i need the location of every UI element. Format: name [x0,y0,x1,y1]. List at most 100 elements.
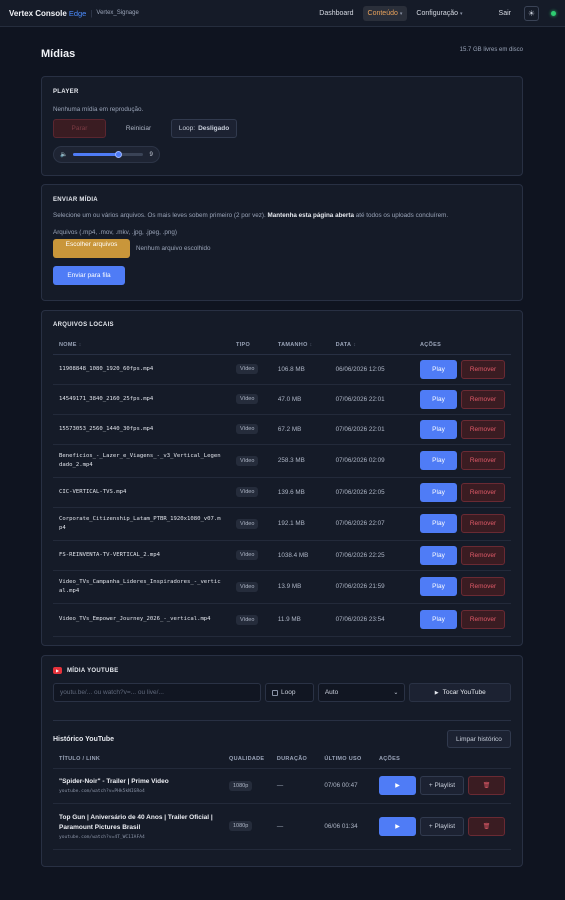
play-youtube-button[interactable]: ▶ Tocar YouTube [409,683,511,702]
remove-file-button[interactable]: Remover [461,545,505,565]
yt-last-used: 06/06 01:34 [318,802,373,850]
youtube-card: ▶ MÍDIA YOUTUBE youtu.be/... ou watch?v=… [41,655,523,867]
nav-configuracao[interactable]: Configuração ▾ [411,6,467,21]
file-date: 07/06/2026 22:05 [329,477,414,508]
nav-sair[interactable]: Sair [494,6,516,21]
upload-desc-2: até todos os uploads concluírem. [355,212,449,219]
play-file-button[interactable]: Play [420,419,457,439]
yt-delete-button[interactable]: 🗑 [468,816,505,836]
play-file-button[interactable]: Play [420,545,457,565]
yt-delete-button[interactable]: 🗑 [468,776,505,795]
file-name: Corporate_Citizenship_Latam_PTBR_1920x10… [59,515,221,531]
chevron-down-icon: ⌄ [393,690,399,696]
theme-toggle-button[interactable]: ☀ [524,5,539,21]
restart-button[interactable]: Reiniciar [112,119,165,138]
remove-file-button[interactable]: Remover [461,577,505,596]
file-type-badge: Vídeo [236,518,259,529]
clear-history-button[interactable]: Limpar histórico [447,730,511,748]
play-youtube-label: Tocar YouTube [442,689,486,696]
loop-prefix: Loop: [178,125,196,132]
col-tamanho[interactable]: TAMANHO ↕ [271,336,330,355]
play-file-button[interactable]: Play [420,482,457,502]
speaker-icon: 🔈 [60,152,68,158]
file-name-cell: 15573053_2560_1440_30fps.mp4 [53,414,230,445]
file-actions-cell: Play Remover [414,354,511,385]
table-row: FS-REINVENTA-TV-VERTICAL_2.mp4 Vídeo 1038.… [53,540,511,571]
youtube-url-input[interactable]: youtu.be/... ou watch?v=... ou live/... [53,683,261,702]
yt-add-playlist-button[interactable]: + Playlist [420,816,464,836]
file-date: 07/06/2026 22:25 [329,540,414,571]
yt-play-button[interactable]: ▶ [379,776,416,795]
table-row: "Spider-Noir" - Trailer | Prime Video you… [53,767,511,804]
file-type-cell: Vídeo [230,444,272,478]
file-type-cell: Vídeo [230,540,272,571]
youtube-history-title: Histórico YouTube [53,735,115,743]
file-type-badge: Vídeo [236,394,259,404]
file-actions-cell: Play Remover [414,540,511,571]
col-nome-label: NOME [59,341,77,348]
file-name-cell: CIC-VERTICAL-TVS.mp4 [53,477,230,508]
file-type-badge: Vídeo [236,487,259,497]
play-icon: ▶ [434,689,439,696]
youtube-history-table: TÍTULO / LINK QUALIDADE DURAÇÃO ÚLTIMO U… [53,750,511,850]
remove-file-button[interactable]: Remover [461,419,505,439]
loop-toggle-button[interactable]: Loop: Desligado [171,119,237,138]
file-type-cell: Vídeo [230,603,272,637]
play-file-button[interactable]: Play [420,389,457,409]
file-name-cell: Corporate_Citizenship_Latam_PTBR_1920x10… [53,507,230,541]
youtube-icon: ▶ [53,667,62,674]
table-row: Beneficios_-_Lazer_e_Viagens_-_v3_Vertic… [53,444,511,478]
stop-button[interactable]: Parar [53,119,106,138]
player-status: Nenhuma mídia em reprodução. [53,106,144,113]
play-icon: ▶ [395,823,400,830]
nav-conteudo[interactable]: Conteúdo ▾ [362,5,408,21]
youtube-quality-select[interactable]: Auto ⌄ [317,683,406,702]
file-date: 07/06/2026 23:54 [329,603,414,637]
play-file-button[interactable]: Play [420,451,457,470]
file-size: 13.9 MB [271,570,330,604]
volume-knob[interactable] [114,151,122,158]
nav-dashboard[interactable]: Dashboard [314,6,358,21]
brand-edge: Edge [68,8,87,18]
yt-play-button[interactable]: ▶ [379,816,416,836]
table-row: Video_TVs_Campanha_Lideres_Inspiradores_… [53,570,511,604]
file-date: 06/06/2026 12:05 [329,354,414,385]
file-actions-cell: Play Remover [414,384,511,415]
youtube-loop-checkbox[interactable]: Loop [265,683,314,702]
file-size: 258.3 MB [271,444,330,478]
remove-file-button[interactable]: Remover [461,482,505,502]
play-file-button[interactable]: Play [420,577,457,596]
yt-video-url[interactable]: youtube.com/watch?v=PHk5kNIGRo4 [59,789,217,794]
remove-file-button[interactable]: Remover [461,610,505,629]
upload-desc-bold: Mantenha esta página aberta [267,212,354,219]
play-file-button[interactable]: Play [420,359,457,379]
choose-files-button[interactable]: Escolher arquivos [53,239,130,258]
youtube-title: MÍDIA YOUTUBE [67,667,119,674]
sort-icon: ↕ [309,341,313,348]
yt-video-url[interactable]: youtube.com/watch?v=4T_WC1IAFA4 [59,835,217,840]
remove-file-button[interactable]: Remover [461,359,505,379]
upload-desc-1: Selecione um ou vários arquivos. Os mais… [53,212,266,219]
no-file-label: Nenhum arquivo escolhido [136,245,211,252]
col-nome[interactable]: NOME ↕ [53,336,230,355]
play-file-button[interactable]: Play [420,610,457,629]
volume-slider[interactable] [73,151,144,158]
brand-name[interactable]: Vertex Console [9,9,67,18]
yt-add-playlist-button[interactable]: + Playlist [420,776,464,795]
nav-configuracao-label: Configuração [416,9,459,17]
chevron-down-icon: ▾ [460,10,463,17]
col-data[interactable]: DATA ↕ [329,336,414,355]
remove-file-button[interactable]: Remover [461,451,505,470]
send-to-queue-button[interactable]: Enviar para fila [53,266,125,285]
table-row: 11908848_1080_1920_60fps.mp4 Vídeo 106.8 M… [53,354,511,385]
remove-file-button[interactable]: Remover [461,514,505,533]
file-type-badge: Vídeo [236,364,259,374]
table-row: Top Gun | Aniversário de 40 Anos | Trail… [53,802,511,850]
file-name-cell: FS-REINVENTA-TV-VERTICAL_2.mp4 [53,540,230,571]
file-actions-cell: Play Remover [414,603,511,637]
file-type-cell: Vídeo [230,570,272,604]
col-duracao: DURAÇÃO [276,755,308,762]
remove-file-button[interactable]: Remover [461,389,505,409]
file-actions-cell: Play Remover [414,507,511,541]
play-file-button[interactable]: Play [420,514,457,533]
